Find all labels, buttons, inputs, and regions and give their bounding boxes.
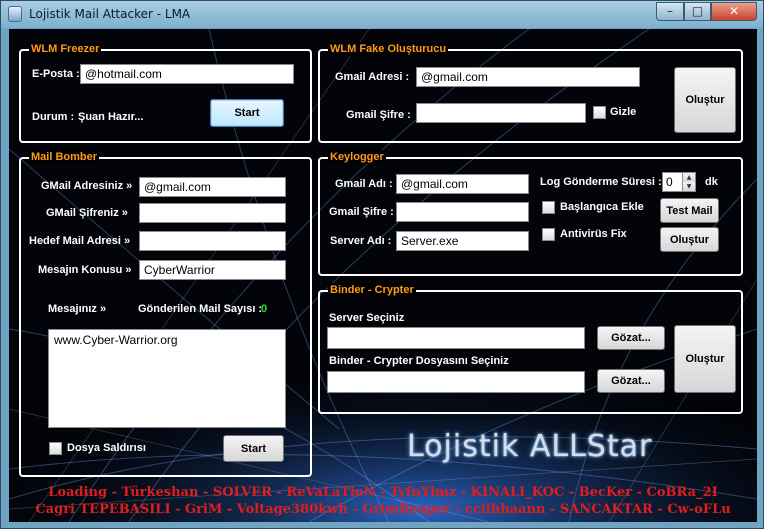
message-textarea[interactable]: www.Cyber-Warrior.org — [48, 329, 286, 428]
antivirus-checkbox[interactable] — [542, 228, 555, 241]
log-interval-unit: dk — [705, 176, 718, 188]
status-value: Şuan Hazır... — [78, 111, 144, 123]
file-attack-label: Dosya Saldırısı — [67, 442, 146, 454]
client-area: WLM Freezer E-Posta : @hotmail.com Durum… — [9, 29, 757, 522]
sent-count-label: Gönderilen Mail Sayısı : — [138, 303, 263, 315]
fake-create-button[interactable]: Oluştur — [674, 67, 736, 133]
target-mail-field[interactable] — [139, 231, 286, 251]
test-mail-button[interactable]: Test Mail — [660, 198, 719, 223]
binder-file-field[interactable] — [327, 371, 585, 393]
log-interval-value: 0 — [666, 175, 673, 189]
subject-label: Mesajın Konusu » — [38, 264, 132, 276]
subject-field[interactable]: CyberWarrior — [139, 260, 286, 280]
browse-file-button[interactable]: Gözat... — [597, 369, 665, 393]
message-label: Mesajınız » — [48, 303, 107, 315]
binder-create-button[interactable]: Oluştur — [674, 325, 736, 393]
bomber-gmail-field[interactable]: @gmail.com — [139, 177, 286, 197]
fake-gmail-label: Gmail Adresi : — [335, 71, 410, 83]
bomber-gmail-label: GMail Adresiniz » — [41, 180, 133, 192]
binder-title: Binder - Crypter — [328, 283, 416, 297]
hide-label: Gizle — [610, 106, 637, 118]
file-attack-checkbox[interactable] — [49, 442, 62, 455]
credits-line-1: Loading - Türkeshan - SOLVER - ReVaLaTio… — [48, 485, 718, 500]
hide-checkbox[interactable] — [593, 106, 606, 119]
freezer-email-field[interactable]: @hotmail.com — [80, 64, 294, 84]
startup-label: Başlangıca Ekle — [560, 201, 644, 213]
credits-line-2: Cagri TEPEBASILI - GriM - Voltage380kwh … — [35, 502, 731, 517]
fake-password-field[interactable] — [416, 103, 586, 123]
stepper-up-icon[interactable]: ▲ — [682, 173, 695, 182]
keylogger-password-field[interactable] — [396, 202, 529, 222]
email-label: E-Posta : — [32, 68, 80, 80]
binder-file-label: Binder - Crypter Dosyasını Seçiniz — [329, 355, 509, 367]
bomber-password-label: GMail Şifreniz » — [46, 207, 128, 219]
startup-checkbox[interactable] — [542, 201, 555, 214]
bomber-password-field[interactable] — [139, 203, 286, 223]
keylogger-gmail-label: Gmail Adı : — [335, 178, 393, 190]
server-name-label: Server Adı : — [330, 235, 392, 247]
server-select-label: Server Seçiniz — [329, 312, 405, 324]
title-bar[interactable]: Lojistik Mail Attacker - LMA – □ ✕ — [1, 1, 763, 28]
keylogger-title: Keylogger — [328, 150, 386, 164]
keylogger-password-label: Gmail Şifre : — [329, 206, 394, 218]
window-title: Lojistik Mail Attacker - LMA — [29, 7, 191, 21]
log-interval-label: Log Gönderme Süresi : — [540, 176, 662, 188]
server-name-field[interactable]: Server.exe — [396, 231, 529, 251]
wlm-freezer-title: WLM Freezer — [29, 42, 102, 56]
keylogger-create-button[interactable]: Oluştur — [660, 227, 719, 252]
server-path-field[interactable] — [327, 327, 585, 349]
target-mail-label: Hedef Mail Adresi » — [29, 235, 131, 247]
minimize-button[interactable]: – — [656, 2, 684, 21]
mail-bomber-title: Mail Bomber — [29, 150, 100, 164]
fake-gmail-field[interactable]: @gmail.com — [416, 67, 640, 87]
bomber-start-button[interactable]: Start — [223, 435, 284, 462]
freezer-start-button[interactable]: Start — [210, 99, 284, 127]
keylogger-gmail-field[interactable]: @gmail.com — [396, 174, 529, 194]
browse-server-button[interactable]: Gözat... — [597, 326, 665, 350]
app-icon — [8, 6, 22, 22]
log-interval-stepper[interactable]: 0 ▲ ▼ — [662, 172, 696, 192]
close-button[interactable]: ✕ — [711, 2, 757, 21]
lojistik-logo: Lojistik ALLStar — [407, 429, 653, 464]
sent-count-value: 0 — [261, 303, 268, 315]
wlm-fake-title: WLM Fake Oluşturucu — [328, 42, 449, 56]
status-label: Durum : — [32, 111, 75, 123]
stepper-down-icon[interactable]: ▼ — [682, 182, 695, 191]
maximize-button[interactable]: □ — [684, 2, 711, 21]
fake-password-label: Gmail Şifre : — [346, 109, 411, 121]
app-window: Lojistik Mail Attacker - LMA – □ ✕ WLM F… — [0, 0, 764, 529]
antivirus-label: Antivirüs Fix — [560, 228, 627, 240]
